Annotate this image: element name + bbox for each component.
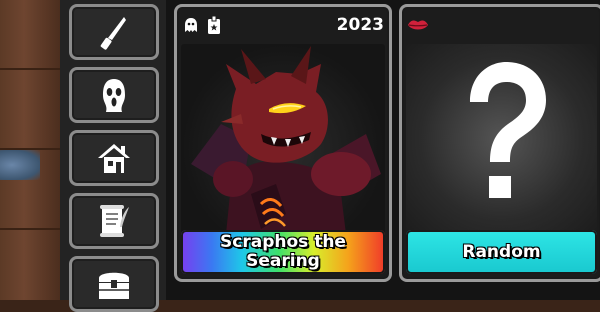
item-artwork: [181, 44, 385, 234]
item-card[interactable]: 2023 Scraphos the Searing: [174, 4, 392, 282]
background-figure: [0, 150, 40, 180]
treasure-chest-icon: [99, 272, 129, 299]
item-name-label: Scraphos the Searing: [181, 230, 385, 274]
sidebar-item-killers[interactable]: [69, 67, 159, 123]
card-header: [407, 12, 596, 38]
sidebar-item-knives[interactable]: [69, 4, 159, 60]
item-name-label: Random: [406, 230, 597, 274]
house-icon: [98, 144, 130, 173]
ghostface-mask-icon: [103, 79, 125, 112]
lips-icon: [408, 20, 428, 30]
ghost-icon: [185, 18, 197, 32]
item-artwork: [406, 44, 597, 234]
knife-icon: [100, 17, 126, 50]
background-wood-wall: [0, 0, 60, 300]
question-mark-icon: [406, 44, 597, 234]
item-card-random[interactable]: Random: [399, 4, 600, 282]
category-sidebar: [60, 0, 166, 312]
plank-seam: [0, 228, 60, 230]
id-badge-icon: [208, 15, 220, 34]
sidebar-item-house[interactable]: [69, 130, 159, 186]
scroll-quill-icon: [100, 205, 129, 237]
item-grid: 2023 Scraphos the Searing Random: [166, 0, 600, 300]
release-year: 2023: [336, 15, 384, 35]
dragon-character-image: [191, 46, 381, 234]
sidebar-item-crates[interactable]: [69, 256, 159, 312]
card-header: 2023: [182, 12, 384, 38]
plank-seam: [0, 68, 60, 70]
sidebar-item-quests[interactable]: [69, 193, 159, 249]
